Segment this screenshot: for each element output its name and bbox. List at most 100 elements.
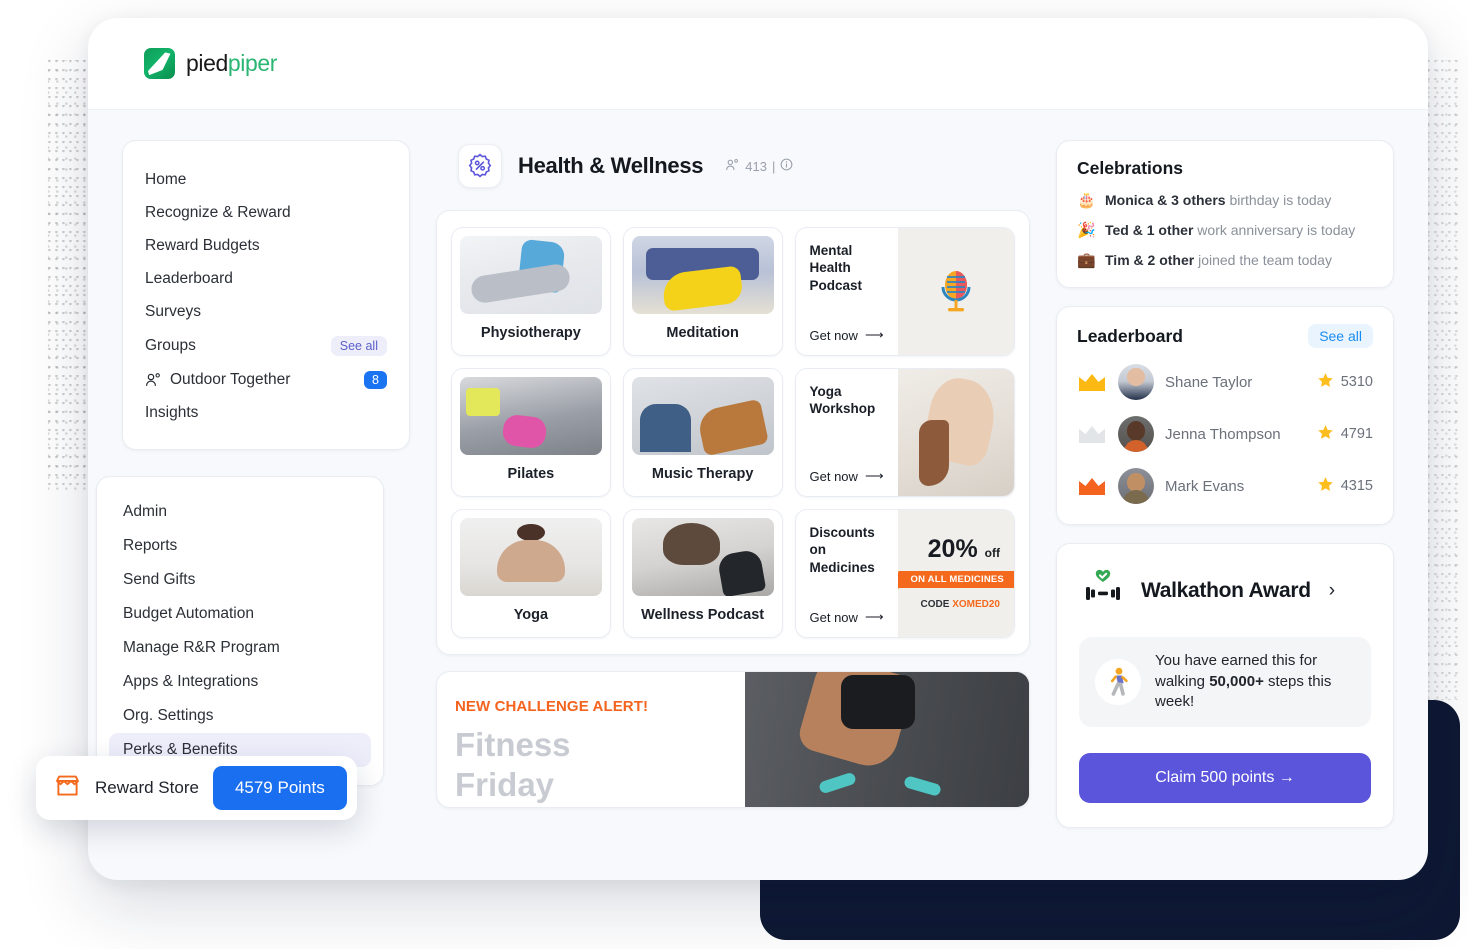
sidebar-item-outdoor-together[interactable]: Outdoor Together 8: [145, 363, 387, 396]
celebrations-card: Celebrations 🎂 Monica & 3 others birthda…: [1056, 140, 1394, 288]
code-value: XOMED20: [952, 598, 1000, 610]
code-label: CODE: [920, 598, 950, 610]
crown-silver-icon: [1077, 424, 1107, 445]
walkathon-note-text: You have earned this for walking 50,000+…: [1155, 651, 1355, 713]
sidebar-item-home[interactable]: Home: [145, 163, 387, 196]
sidebar-item-leaderboard[interactable]: Leaderboard: [145, 262, 387, 295]
leaderboard-score: 4791: [1317, 424, 1373, 445]
challenge-text: NEW CHALLENGE ALERT! Fitness Friday: [437, 672, 745, 807]
avatar: [1118, 468, 1154, 504]
admin-item-send-gifts[interactable]: Send Gifts: [109, 563, 371, 597]
walkathon-header[interactable]: Walkathon Award ›: [1079, 566, 1371, 615]
promo-card-discounts-on-medicines[interactable]: Discounts on Medicines Get now ⟶ 20% off…: [794, 509, 1015, 638]
walkathon-note: You have earned this for walking 50,000+…: [1079, 637, 1371, 728]
chevron-right-icon[interactable]: ›: [1329, 580, 1335, 602]
admin-item-manage-rr-program[interactable]: Manage R&R Program: [109, 631, 371, 665]
leaderboard-row[interactable]: Jenna Thompson 4791: [1077, 416, 1373, 452]
challenge-banner[interactable]: NEW CHALLENGE ALERT! Fitness Friday: [436, 671, 1030, 808]
sidebar-item-reward-budgets[interactable]: Reward Budgets: [145, 229, 387, 262]
leaderboard-see-all-button[interactable]: See all: [1308, 324, 1373, 348]
physiotherapy-photo: [460, 236, 602, 314]
celebration-text: joined the team today: [1194, 252, 1332, 268]
brand-name: piedpiper: [186, 50, 277, 77]
brand-name-part2: piper: [227, 50, 278, 76]
star-icon: [1317, 372, 1334, 393]
admin-item-budget-automation[interactable]: Budget Automation: [109, 597, 371, 631]
benefit-tile-yoga[interactable]: Yoga: [451, 509, 611, 638]
groups-see-all-button[interactable]: See all: [330, 335, 387, 356]
promo-title: Mental Health Podcast: [809, 243, 863, 293]
benefit-tile-music-therapy[interactable]: Music Therapy: [622, 368, 783, 497]
avatar: [1118, 416, 1154, 452]
reward-store-widget[interactable]: Reward Store 4579 Points: [36, 756, 357, 820]
promo-cta[interactable]: Get now ⟶: [810, 327, 887, 343]
claim-points-button[interactable]: Claim 500 points →: [1079, 753, 1371, 804]
wellness-podcast-photo: [631, 518, 774, 596]
benefit-tile-label: Music Therapy: [651, 466, 754, 482]
admin-item-admin[interactable]: Admin: [109, 495, 371, 529]
pilates-photo: [460, 377, 602, 455]
discount-tag: ON ALL MEDICINES: [898, 570, 1014, 589]
promo-card-yoga-workshop[interactable]: Yoga Workshop Get now ⟶: [794, 368, 1015, 497]
sidebar-item-insights[interactable]: Insights: [145, 396, 387, 429]
benefit-tile-wellness-podcast[interactable]: Wellness Podcast: [622, 509, 783, 638]
benefit-tile-pilates[interactable]: Pilates: [451, 368, 611, 497]
walkathon-steps: 50,000+: [1209, 672, 1264, 690]
percent-badge-icon: [458, 144, 502, 188]
leaderboard-card: Leaderboard See all Shane Taylor 5310 Je…: [1056, 306, 1394, 525]
celebration-item-anniversary[interactable]: 🎉 Ted & 1 other work anniversary is toda…: [1077, 221, 1373, 239]
celebration-text: birthday is today: [1225, 192, 1332, 208]
leaderboard-score: 4315: [1317, 476, 1373, 497]
member-count: 413 |: [725, 158, 793, 174]
brand-logo[interactable]: piedpiper: [144, 48, 277, 79]
crown-bronze-icon: [1077, 476, 1107, 497]
admin-item-reports[interactable]: Reports: [109, 529, 371, 563]
walking-person-icon: [1095, 659, 1141, 706]
leaderboard-name: Jenna Thompson: [1165, 425, 1281, 443]
promo-cta[interactable]: Get now ⟶: [810, 609, 887, 625]
admin-nav-card: Admin Reports Send Gifts Budget Automati…: [96, 476, 384, 786]
promo-title: Discounts on Medicines: [809, 525, 875, 575]
arrow-right-icon: ⟶: [864, 327, 884, 342]
challenge-title-line2: Friday: [455, 766, 555, 804]
sidebar-item-label: Surveys: [145, 302, 201, 320]
app-window: piedpiper Home Recognize & Reward Reward…: [88, 18, 1428, 880]
top-bar: piedpiper: [88, 18, 1428, 110]
sidebar-item-label: Leaderboard: [145, 269, 233, 287]
celebration-item-new-joiner[interactable]: 💼 Tim & 2 other joined the team today: [1077, 251, 1373, 269]
discount-code: CODE XOMED20: [921, 599, 1000, 610]
promo-title: Yoga Workshop: [809, 384, 876, 417]
benefit-tile-meditation[interactable]: Meditation: [622, 227, 783, 356]
leaderboard-score-value: 4791: [1340, 426, 1373, 442]
reward-points-button[interactable]: 4579 Points: [212, 766, 347, 810]
benefit-tile-physiotherapy[interactable]: Physiotherapy: [451, 227, 611, 356]
admin-item-org-settings[interactable]: Org. Settings: [109, 699, 371, 733]
primary-nav-card: Home Recognize & Reward Reward Budgets L…: [122, 140, 410, 450]
promo-card-mental-health-podcast[interactable]: Mental Health Podcast Get now ⟶: [794, 227, 1015, 356]
promo-cta[interactable]: Get now ⟶: [810, 468, 887, 484]
leaderboard-row[interactable]: Mark Evans 4315: [1077, 468, 1373, 504]
arrow-right-icon: ⟶: [864, 468, 884, 483]
star-icon: [1317, 424, 1334, 445]
promo-cta-label: Get now: [809, 327, 858, 343]
right-sidebar: Celebrations 🎂 Monica & 3 others birthda…: [1056, 140, 1394, 829]
discount-graphic: 20% off ON ALL MEDICINES CODE XOMED20: [898, 510, 1014, 637]
avatar: [1118, 364, 1154, 400]
admin-item-apps-integrations[interactable]: Apps & Integrations: [109, 665, 371, 699]
discount-amount: 20% off: [927, 535, 1000, 564]
star-icon: [1317, 476, 1334, 497]
page-title: Health & Wellness: [518, 153, 704, 178]
divider: |: [771, 158, 776, 174]
leaderboard-row[interactable]: Shane Taylor 5310: [1077, 364, 1373, 400]
member-count-value: 413: [745, 158, 767, 174]
info-icon[interactable]: [780, 158, 793, 174]
sidebar-item-surveys[interactable]: Surveys: [145, 295, 387, 328]
celebration-item-birthday[interactable]: 🎂 Monica & 3 others birthday is today: [1077, 191, 1373, 209]
briefcase-icon: 💼: [1077, 252, 1096, 269]
outdoor-together-badge: 8: [364, 370, 387, 389]
sidebar-item-recognize-reward[interactable]: Recognize & Reward: [145, 196, 387, 229]
sidebar-item-label: Insights: [145, 403, 199, 421]
leaderboard-header: Leaderboard See all: [1077, 324, 1373, 348]
sidebar-item-groups[interactable]: Groups See all: [145, 328, 387, 363]
yoga-photo: [460, 518, 602, 596]
